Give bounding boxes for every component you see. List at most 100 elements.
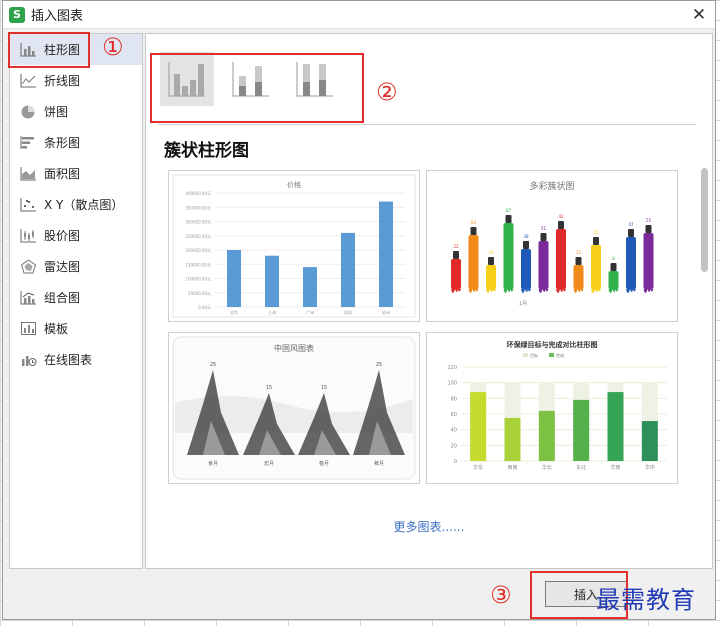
title-bar: S 插入图表 ✕: [3, 1, 715, 29]
y-tick-label: 0: [454, 459, 457, 465]
data-label: 16: [488, 250, 494, 255]
x-tick-label: 上海: [268, 309, 276, 315]
percent-stacked-column-option[interactable]: [288, 52, 342, 106]
data-label: 25: [210, 362, 216, 368]
stacked-column-option[interactable]: [224, 52, 278, 106]
sidebar-item-area[interactable]: 面积图: [10, 158, 142, 189]
bar: [341, 232, 355, 307]
y-tick-label: 250000.00元: [185, 234, 211, 239]
chart-subtype-row: [160, 52, 342, 106]
sidebar-item-label: 条形图: [44, 136, 81, 150]
paint-bar: [556, 229, 566, 289]
clustered-column-icon: [168, 62, 205, 97]
sidebar-item-online[interactable]: 在线图表: [10, 344, 142, 375]
data-label: 51: [541, 226, 547, 231]
x-tick-label: 华南: [610, 464, 620, 471]
data-label: 87: [506, 208, 512, 213]
close-button[interactable]: ✕: [689, 5, 709, 25]
step-marker-1: ①: [102, 33, 124, 61]
legend-label: 完成: [556, 352, 564, 358]
legend-label: 目标: [530, 352, 538, 358]
sidebar-item-radar[interactable]: 雷达图: [10, 251, 142, 282]
horizontal-bar-icon: [20, 136, 34, 149]
area-chart-icon: [20, 167, 36, 181]
completion-bar: [538, 410, 555, 461]
legend-swatch-done: [549, 353, 554, 357]
sidebar-item-label: 饼图: [44, 105, 69, 119]
chart-title: 中国风图表: [274, 343, 314, 353]
data-label: 25: [376, 362, 382, 368]
paint-bar: [626, 237, 636, 289]
divider: [158, 124, 696, 125]
paint-drip: [608, 289, 619, 293]
brush-handle: [645, 225, 652, 233]
template-card-green-target[interactable]: 环保绿目标与完成对比柱形图 目标 完成 0 20 40 60 80 100 120 华东 西南 华北 东北…: [426, 332, 678, 484]
line-chart-icon: [20, 74, 36, 88]
sidebar-item-horizontal-bar[interactable]: 条形图: [10, 127, 142, 158]
sidebar-item-combo[interactable]: 组合图: [10, 282, 142, 313]
x-tick-label: 食月: [208, 460, 218, 467]
legend-swatch-target: [523, 353, 528, 357]
sidebar-item-pie[interactable]: 饼图: [10, 96, 142, 127]
x-axis-label: 1月: [519, 301, 527, 307]
brush-handle: [558, 221, 564, 229]
brush-handle: [540, 233, 547, 241]
y-tick-label: 0.00元: [198, 305, 211, 310]
paint-bar: [468, 235, 479, 289]
y-tick-label: 50000.00元: [188, 291, 211, 296]
x-tick-label: 华北: [542, 464, 552, 471]
stacked-column-icon: [232, 62, 269, 97]
y-tick-label: 20: [451, 443, 457, 449]
more-charts-link[interactable]: 更多图表......: [146, 518, 712, 535]
y-tick-label: 80: [451, 396, 457, 402]
x-tick-label: 深圳: [344, 309, 352, 315]
data-label: 25: [593, 230, 599, 235]
template-card-price[interactable]: 价格 0.00元 50000.00元 100000.00元 150000.00元 2000…: [168, 170, 420, 322]
gallery-scrollbar[interactable]: [701, 168, 708, 272]
x-tick-label: 西南: [507, 464, 517, 471]
bar: [265, 255, 279, 307]
data-label: 8: [612, 256, 615, 261]
paint-drip: [556, 289, 566, 293]
y-tick-label: 350000.00元: [185, 205, 211, 210]
brush-handle: [610, 263, 617, 271]
template-card-chinese-style[interactable]: 中国风图表 25 食月 15 宏月 15 春月 25 稗月: [168, 332, 420, 484]
brush-handle: [470, 227, 477, 235]
x-tick-label: 华中: [645, 464, 655, 471]
paint-drip: [573, 289, 584, 293]
sidebar-item-label: 折线图: [44, 74, 81, 88]
paint-drip: [626, 289, 636, 293]
sidebar-item-stock[interactable]: 股价图: [10, 220, 142, 251]
template-card-colorful[interactable]: 多彩簇状图 22 63 16 87 38 51 42 12 25 8 47 55 1月: [426, 170, 678, 322]
sidebar-item-label: 面积图: [44, 167, 81, 181]
paint-bar: [486, 265, 496, 289]
sidebar-item-scatter[interactable]: X Y（散点图）: [10, 189, 142, 220]
paint-bar: [451, 259, 461, 289]
paint-bar: [521, 249, 531, 289]
paint-drip: [503, 289, 514, 293]
chart-title: 环保绿目标与完成对比柱形图: [507, 340, 598, 349]
chart-type-sidebar: 柱形图 折线图 饼图 条形图 面积图 X Y（散点图） 股价图 雷达图 组合图 …: [9, 33, 143, 569]
clustered-column-option[interactable]: [160, 52, 214, 106]
combo-chart-icon: [20, 291, 36, 305]
brush-handle: [523, 241, 529, 249]
chart-title: 价格: [287, 180, 301, 189]
template-title: 多彩簇状图: [529, 182, 575, 192]
completion-bar: [470, 392, 487, 461]
sidebar-item-template[interactable]: 模板: [10, 313, 142, 344]
paint-drip: [591, 289, 601, 293]
x-tick-label: 北京: [230, 309, 238, 315]
wps-app-icon: S: [9, 6, 25, 23]
data-label: 47: [628, 222, 634, 227]
y-tick-label: 120: [447, 365, 457, 371]
paint-drip: [486, 289, 496, 293]
sidebar-item-line[interactable]: 折线图: [10, 65, 142, 96]
bar-chart-icon: [20, 43, 36, 57]
chart-gallery-panel: 簇状柱形图 价格 0.00元 50000.00元 100000.00元 150000.0…: [145, 33, 713, 569]
paint-bar: [573, 265, 584, 289]
bar: [303, 267, 317, 307]
x-tick-label: 春月: [319, 460, 329, 467]
sidebar-item-label: 股价图: [44, 229, 81, 243]
watermark-logo: 最需教育: [596, 586, 696, 614]
radar-chart-icon: [20, 259, 37, 274]
